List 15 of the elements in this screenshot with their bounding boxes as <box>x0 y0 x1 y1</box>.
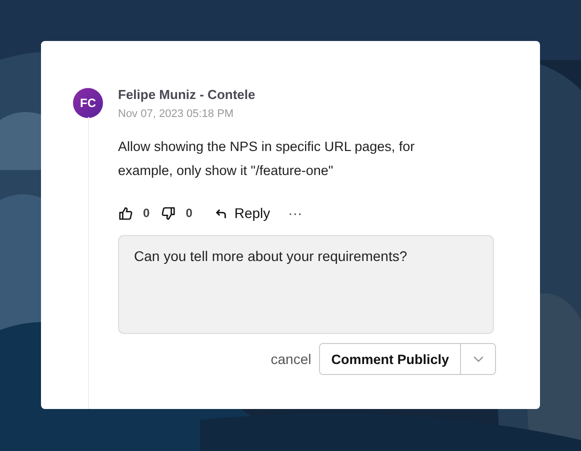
avatar: FC <box>73 88 103 118</box>
dislike-count: 0 <box>186 206 192 220</box>
comment-publicly-button[interactable]: Comment Publicly <box>320 344 461 374</box>
more-button[interactable]: ··· <box>288 205 302 221</box>
comment-date: Nov 07, 2023 05:18 PM <box>118 107 235 121</box>
comment-text: Allow showing the NPS in specific URL pages, for example, only show it "/feature-one" <box>118 138 416 180</box>
thumbs-up-icon[interactable] <box>118 206 133 220</box>
chevron-down-icon <box>472 356 484 362</box>
thumbs-down-icon[interactable] <box>160 206 176 220</box>
reply-field[interactable]: Can you tell more about your requirements? <box>118 235 494 334</box>
reply-arrow-icon <box>215 206 228 220</box>
reply-button[interactable]: Reply <box>215 205 270 221</box>
like-count: 0 <box>143 206 150 220</box>
cancel-button[interactable]: cancel <box>270 351 312 367</box>
author-name: Felipe Muniz - Contele <box>118 87 256 103</box>
